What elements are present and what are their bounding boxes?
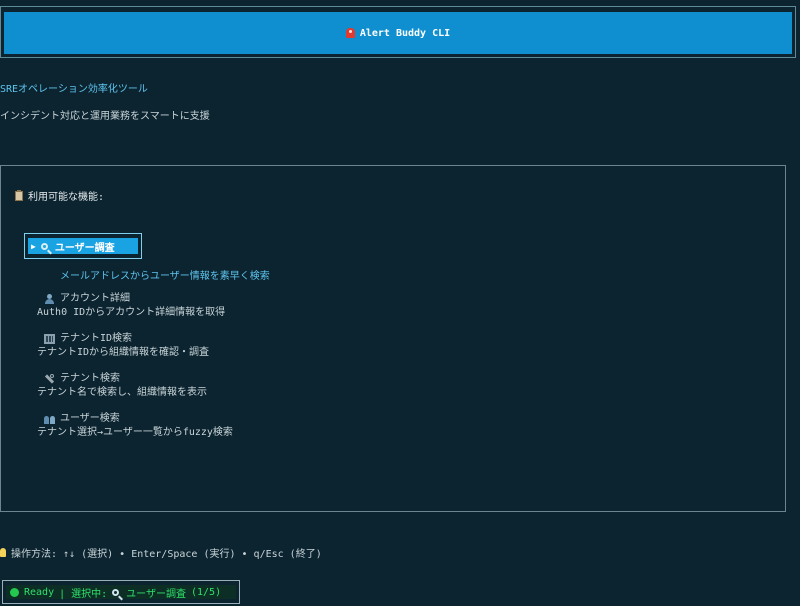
menu-item-title: アカウント詳細 — [37, 292, 225, 306]
status-content: Ready | 選択中: ユーザー調査 (1/5) — [6, 585, 236, 600]
menu-item-label: テナント検索 — [60, 373, 120, 384]
menu-item-description: テナント選択→ユーザー一覧からfuzzy検索 — [37, 427, 233, 438]
people-icon — [44, 414, 55, 424]
menu-heading-label: 利用可能な機能: — [28, 192, 105, 203]
menu-item-label: アカウント詳細 — [60, 293, 130, 304]
status-selected-label: ユーザー調査 — [126, 588, 186, 600]
selected-highlight[interactable]: ▶ ユーザー調査 — [28, 238, 138, 254]
app-description: インシデント対応と運用業務をスマートに支援 — [0, 111, 210, 122]
selection-arrow-icon: ▶ — [31, 241, 36, 251]
menu-item-description: テナントIDから組織情報を確認・調査 — [37, 347, 210, 358]
magnifier-icon — [112, 588, 120, 596]
menu-item-description: テナント名で検索し、組織情報を表示 — [37, 387, 207, 398]
lightbulb-icon — [0, 548, 6, 557]
menu-item-description: Auth0 IDからアカウント詳細情報を取得 — [37, 307, 226, 318]
menu-item-tenant-id-search[interactable]: テナントID検索 テナントIDから組織情報を確認・調査 — [37, 332, 209, 360]
menu-heading: 利用可能な機能: — [15, 188, 104, 203]
header-banner: Alert Buddy CLI — [4, 12, 792, 54]
keyboard-instructions: 操作方法: ↑↓ (選択) • Enter/Space (実行) • q/Esc… — [0, 545, 322, 560]
menu-item-label: ユーザー調査 — [54, 242, 115, 254]
menu-item-user-search[interactable]: ユーザー検索 テナント選択→ユーザー一覧からfuzzy検索 — [37, 412, 233, 440]
status-position: (1/5) — [190, 586, 222, 598]
menu-item-label: ユーザー検索 — [60, 413, 120, 424]
person-icon — [44, 294, 55, 304]
app-subtitle: SREオペレーション効率化ツール — [0, 84, 148, 95]
header-frame: Alert Buddy CLI — [0, 6, 796, 58]
terminal-window: Alert Buddy CLI SREオペレーション効率化ツール インシデント対… — [0, 0, 800, 606]
menu-item-title: テナントID検索 — [37, 332, 209, 346]
status-prefix: | 選択中: — [59, 588, 108, 600]
status-indicator-icon — [10, 587, 19, 597]
clipboard-icon — [15, 189, 23, 201]
instructions-text: 操作方法: ↑↓ (選択) • Enter/Space (実行) • q/Esc… — [11, 549, 322, 560]
feature-menu: 利用可能な機能: ▶ ユーザー調査 メールアドレスからユーザー情報を素早く検索 … — [0, 165, 786, 512]
menu-item-tenant-search[interactable]: テナント検索 テナント名で検索し、組織情報を表示 — [37, 372, 207, 400]
building-icon — [44, 334, 55, 344]
menu-item-title: テナント検索 — [37, 372, 207, 386]
menu-item-title: ユーザー検索 — [37, 412, 233, 426]
status-bar: Ready | 選択中: ユーザー調査 (1/5) — [2, 580, 240, 604]
menu-item-label: テナントID検索 — [60, 333, 133, 344]
wrench-icon — [44, 374, 55, 384]
status-state: Ready — [24, 586, 55, 598]
menu-item-description: メールアドレスからユーザー情報を素早く検索 — [60, 271, 270, 282]
menu-item-account-details[interactable]: アカウント詳細 Auth0 IDからアカウント詳細情報を取得 — [37, 292, 225, 320]
siren-icon — [345, 28, 355, 38]
menu-item-user-investigation[interactable]: ▶ ユーザー調査 — [24, 233, 142, 259]
magnifier-icon — [40, 242, 48, 250]
app-title: Alert Buddy CLI — [359, 27, 451, 39]
